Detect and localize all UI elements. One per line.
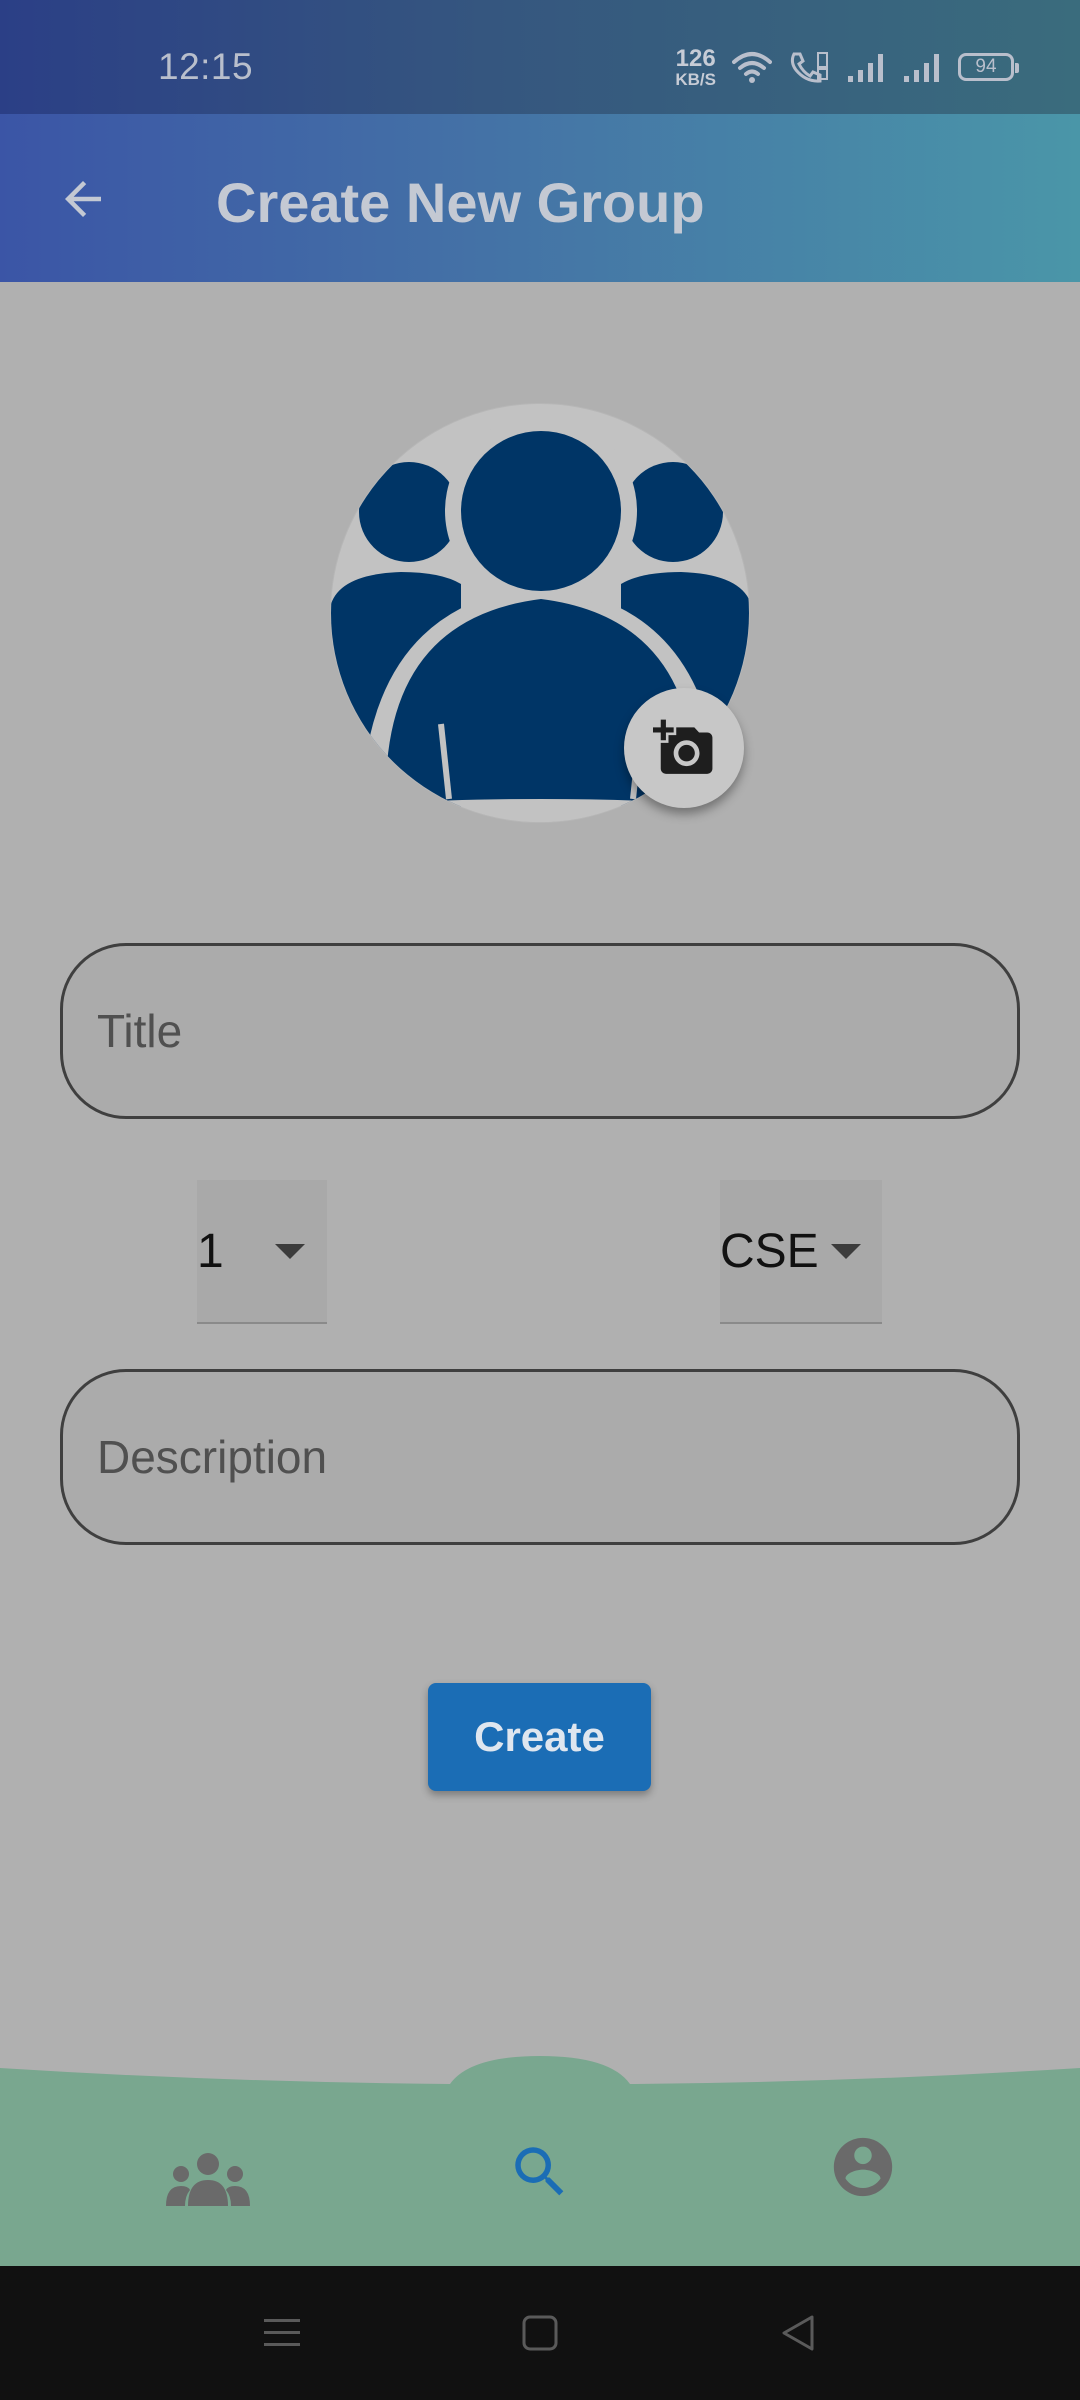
nav-groups[interactable] [166,2140,250,2220]
create-button[interactable]: Create [428,1683,651,1791]
add-photo-button[interactable] [624,688,744,808]
status-time: 12:15 [158,46,254,87]
arrow-drop-down-icon [275,1244,305,1259]
menu-icon [264,2319,300,2346]
year-dropdown-value: 1 [197,1224,224,1278]
bottom-navigation [0,2040,1080,2266]
title-field[interactable] [60,943,1020,1119]
status-icons: 126 KB/S 94 [675,42,1019,92]
add-a-photo-icon [653,719,713,774]
signal-1-icon [848,54,883,82]
arrow-back-icon [65,181,101,217]
department-dropdown[interactable]: CSE [720,1180,882,1324]
page-title: Create New Group [216,171,705,234]
nav-search[interactable] [500,2132,580,2212]
network-speed: 126 KB/S [675,44,716,89]
recent-apps-button[interactable] [257,2308,307,2358]
volte-call-icon [790,52,828,83]
back-button[interactable] [48,164,118,234]
back-nav-button[interactable] [773,2308,823,2358]
home-button[interactable] [515,2308,565,2358]
description-input[interactable] [97,1372,977,1542]
battery-icon: 94 [958,53,1019,81]
back-triangle-icon [782,2315,814,2351]
home-square-icon [522,2315,558,2351]
status-bar: 12:15 126 KB/S 94 [0,0,1080,114]
signal-2-icon [904,54,939,82]
network-speed-unit: KB/S [675,69,716,89]
account-circle-icon [833,2137,893,2197]
battery-level: 94 [975,56,997,77]
search-icon [515,2147,564,2196]
year-dropdown[interactable]: 1 [197,1180,327,1324]
wifi-icon [732,52,772,83]
network-speed-value: 126 [675,44,716,72]
department-dropdown-value: CSE [720,1224,819,1278]
groups-icon [166,2153,250,2206]
app-bar: Create New Group [0,114,1080,282]
arrow-drop-down-icon [831,1244,861,1259]
system-navigation-bar [0,2266,1080,2400]
description-field[interactable] [60,1369,1020,1545]
title-input[interactable] [97,946,977,1116]
nav-profile[interactable] [828,2132,898,2202]
